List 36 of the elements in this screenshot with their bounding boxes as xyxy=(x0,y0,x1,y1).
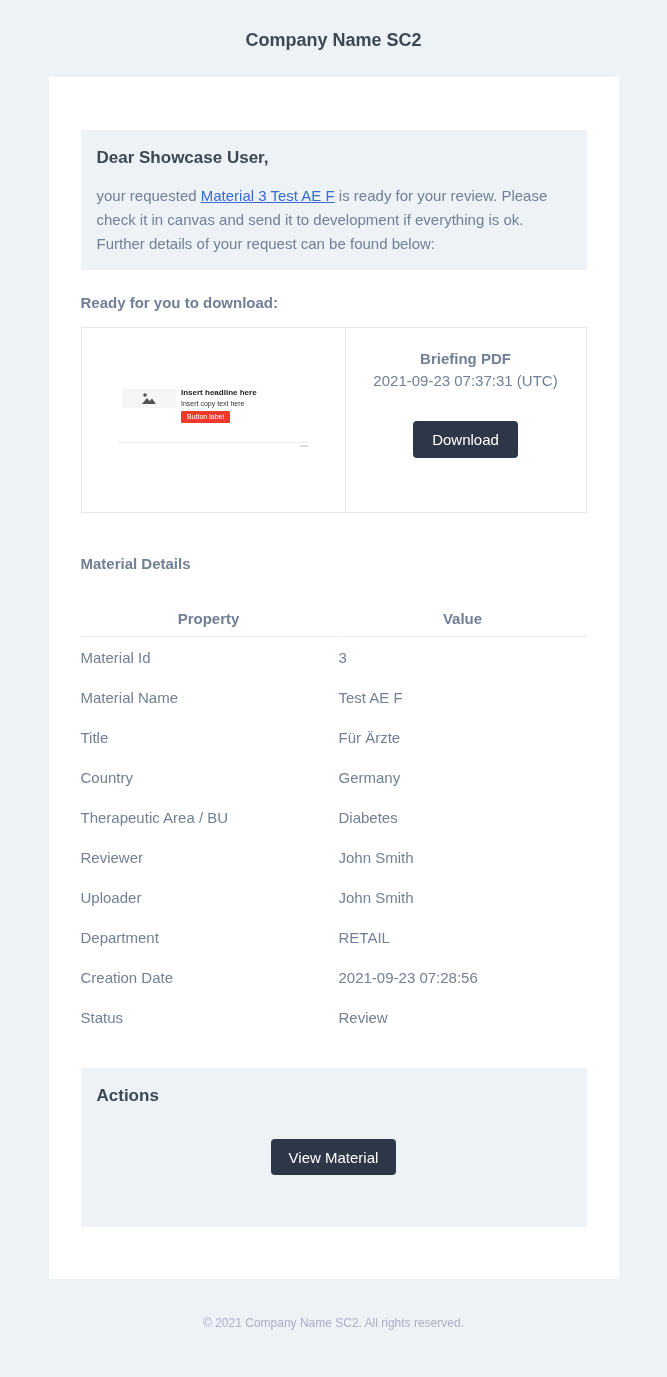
download-button[interactable]: Download xyxy=(413,421,518,458)
value-cell-text: 2021-09-23 07:28:56 xyxy=(338,968,479,988)
property-cell-text: Material Id xyxy=(80,648,152,668)
property-cell-text: Material Name xyxy=(80,688,180,708)
property-cell-text: Therapeutic Area / BU xyxy=(80,808,230,828)
greeting-title: Dear Showcase User, xyxy=(96,147,269,169)
column-header: Property xyxy=(80,599,337,637)
value-cell-text: Test AE F xyxy=(338,688,404,708)
file-timestamp: 2021-09-23 07:37:31 (UTC) xyxy=(373,371,558,391)
image-icon xyxy=(142,392,156,404)
download-section-title: Ready for you to download: xyxy=(80,293,278,313)
greeting-message: your requested Material 3 Test AE F is ready for your review. Please check it in canvas and send it to development if everything is ok. Further details of your request can be found below: xyxy=(96,186,549,254)
property-cell-text: Creation Date xyxy=(80,968,175,988)
material-details-title: Material Details xyxy=(80,554,191,574)
value-cell-text: Review xyxy=(338,1008,389,1028)
property-cell-text: Uploader xyxy=(80,888,143,908)
value-cell-text: Für Ärzte xyxy=(338,728,402,748)
value-cell-text: Germany xyxy=(338,768,402,788)
preview-headline: Insert headline here xyxy=(181,387,257,398)
value-cell-text: John Smith xyxy=(338,848,415,868)
material-link[interactable]: Material 3 Test AE F xyxy=(200,187,335,204)
property-cell-text: Department xyxy=(80,928,160,948)
property-cell-text: Reviewer xyxy=(80,848,145,868)
value-cell-text: John Smith xyxy=(338,888,415,908)
column-header: Value xyxy=(338,599,587,637)
value-cell-text: 3 xyxy=(338,648,348,668)
file-name: Briefing PDF xyxy=(420,349,511,369)
property-cell-text: Status xyxy=(80,1008,125,1028)
company-name-title: Company Name SC2 xyxy=(245,29,422,52)
view-material-button[interactable]: View Material xyxy=(270,1139,397,1175)
copyright-text: © 2021 Company Name SC2. All rights reserved. xyxy=(203,1315,464,1332)
property-cell-text: Country xyxy=(80,768,135,788)
property-cell-text: Title xyxy=(80,728,110,748)
value-cell-text: Diabetes xyxy=(338,808,399,828)
actions-title: Actions xyxy=(96,1085,159,1107)
value-cell-text: RETAIL xyxy=(338,928,391,948)
